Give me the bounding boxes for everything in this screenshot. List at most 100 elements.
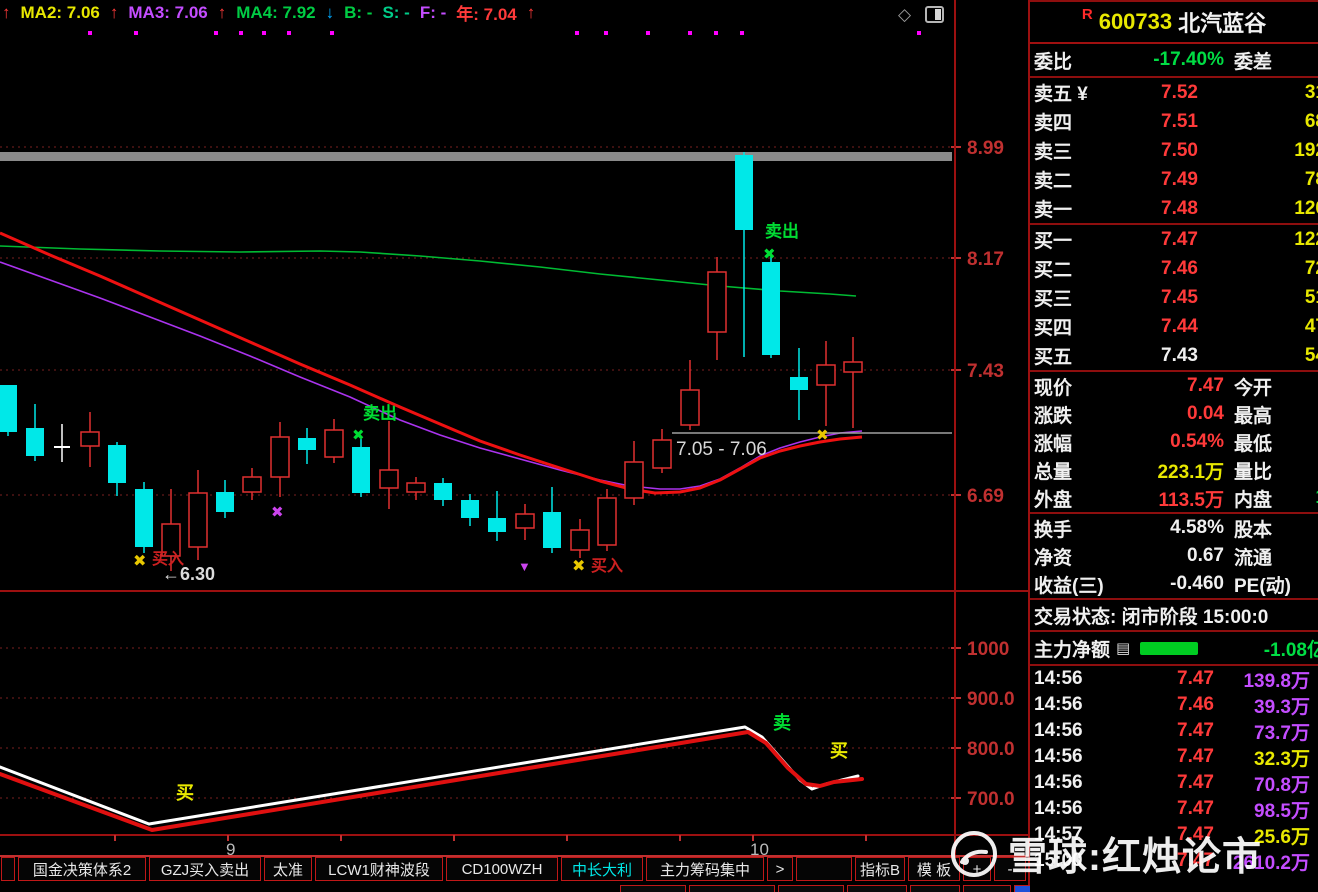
tick-price: 7.47 (1130, 850, 1214, 872)
candle (653, 440, 671, 468)
header-segment-3: MA3: 7.06 (128, 3, 207, 23)
candle (817, 365, 835, 385)
ob-volume: 31 (1198, 82, 1318, 104)
signal-dot (917, 31, 921, 35)
stock-title: R 600733 北汽蓝谷 (1030, 2, 1318, 44)
quote-label: 外盘 (1034, 485, 1120, 512)
indicator-line-chart[interactable]: 1000900.0800.0700.0910买卖买 (0, 592, 1030, 855)
toolbar-tab-+[interactable]: + (963, 857, 991, 881)
candle (516, 514, 534, 528)
tick-list[interactable]: 14:567.47139.8万14:567.4639.3万14:567.4773… (1030, 666, 1318, 874)
main-candlestick-chart[interactable]: 8.998.177.436.697.05 - 7.06卖出✖卖出✖✖买入←6.3… (0, 25, 1030, 592)
list-icon[interactable]: ▤ (1116, 639, 1130, 657)
quote-label: 净资 (1034, 543, 1120, 570)
quote-panel: R 600733 北汽蓝谷 委比 -17.40% 委差 - 卖五 ¥7.5231… (1030, 0, 1318, 892)
tick-row: 14:567.4773.7万 (1030, 718, 1318, 744)
ob-label: 卖三 (1034, 137, 1112, 164)
quote-label: 涨幅 (1034, 429, 1120, 456)
axis-divider (954, 0, 956, 855)
quote-row: 现价7.47今开 (1030, 372, 1318, 400)
quote-label: 总量 (1034, 457, 1120, 484)
signal-label: 卖 (773, 712, 791, 733)
bid-row: 买一7.47122 (1030, 225, 1318, 254)
diamond-icon[interactable]: ◇ (898, 6, 911, 23)
quote-value: 7.47 (1120, 375, 1224, 397)
bid-row: 买五7.4354 (1030, 341, 1318, 370)
clipped-tab[interactable] (689, 885, 775, 892)
ask-row: 卖五 ¥7.5231 (1030, 78, 1318, 107)
tick-time: 14:57 (1034, 824, 1130, 846)
candle (243, 477, 261, 492)
candle (108, 445, 126, 483)
tick-volume: 2610.2万 (1214, 848, 1310, 875)
quote-right-label: 最低 (1234, 429, 1272, 456)
tick-volume: 73.7万 (1214, 718, 1310, 745)
clipped-tab[interactable] (847, 885, 907, 892)
toolbar-tab-LCW1财神波段[interactable]: LCW1财神波段 (315, 857, 443, 881)
quote-row: 收益(三)-0.460PE(动) (1030, 570, 1318, 598)
clipped-tab[interactable] (620, 885, 686, 892)
quote-info: 现价7.47今开涨跌0.04最高涨幅0.54%最低总量223.1万量比外盘113… (1030, 372, 1318, 514)
svg-text:10: 10 (750, 840, 769, 855)
chart-annotation: ▼ (518, 559, 531, 574)
signal-dot (646, 31, 650, 35)
header-segment-9: F: - (420, 3, 446, 23)
quote-value: 0.04 (1120, 403, 1224, 425)
toolbar-tab--[interactable]: - (994, 857, 1026, 881)
quote-right-label: 股本 (1234, 515, 1272, 542)
candle (790, 377, 808, 390)
signal-dot (134, 31, 138, 35)
toolbar-tab-模 板[interactable]: 模 板 (908, 857, 960, 881)
candle (735, 155, 753, 230)
toolbar-tab->[interactable]: > (767, 857, 793, 881)
toolbar-tab-CD100WZH[interactable]: CD100WZH (446, 857, 558, 881)
toolbar-tab-太准[interactable]: 太准 (264, 857, 312, 881)
chart-annotation: ✖ (572, 558, 585, 575)
toolbar-tab-中长大利[interactable]: 中长大利 (561, 857, 643, 881)
ob-label: 卖四 (1034, 108, 1112, 135)
ask-row: 卖三7.50192 (1030, 136, 1318, 165)
tick-row: 14:567.4732.3万 (1030, 744, 1318, 770)
toolbar-tab-0[interactable] (1, 857, 15, 881)
signal-dot (262, 31, 266, 35)
tick-price: 7.47 (1130, 746, 1214, 768)
ask-row: 卖二7.4978 (1030, 165, 1318, 194)
toolbar-tab-指标B[interactable]: 指标B (855, 857, 905, 881)
toolbar-tab-主力筹码集中[interactable]: 主力筹码集中 (646, 857, 764, 881)
signal-dot (714, 31, 718, 35)
clipped-tab[interactable] (778, 885, 844, 892)
ob-price: 7.44 (1112, 316, 1198, 338)
tick-price: 7.47 (1130, 772, 1214, 794)
toolbar-tab-GZJ买入卖出[interactable]: GZJ买入卖出 (149, 857, 261, 881)
candle (461, 500, 479, 518)
toolbar-tab-国金决策体系2[interactable]: 国金决策体系2 (18, 857, 146, 881)
chart-annotation: ✖ (133, 553, 146, 570)
tick-price: 7.47 (1130, 720, 1214, 742)
chart-annotation: ✖ (271, 504, 284, 521)
candle (407, 483, 425, 492)
main-net-bar (1140, 642, 1198, 655)
ob-price: 7.46 (1112, 258, 1198, 280)
quote-row: 净资0.67流通 (1030, 542, 1318, 570)
chart-annotation: ✖ (763, 246, 776, 263)
candle (681, 390, 699, 425)
svg-text:7.43: 7.43 (967, 361, 1004, 382)
ob-price: 7.52 (1112, 82, 1198, 104)
candle (26, 428, 44, 456)
chart-annotation: ✖ (352, 427, 365, 444)
candle (543, 512, 561, 548)
signal-dot (575, 31, 579, 35)
ob-label: 买四 (1034, 313, 1112, 340)
main-net-value: -1.08亿 (1212, 635, 1318, 662)
split-window-icon[interactable] (925, 6, 944, 23)
clipped-tab[interactable] (963, 885, 1011, 892)
header-segment-5: MA4: 7.92 (236, 3, 315, 23)
toolbar-tab-9[interactable] (796, 857, 852, 881)
clipped-tab[interactable] (910, 885, 960, 892)
tick-volume: 25.6万 (1214, 822, 1310, 849)
header-segment-4: ↑ (218, 3, 227, 23)
quote-label: 收益(三) (1034, 571, 1120, 598)
candle (298, 438, 316, 450)
chart-annotation: ←6.30 (162, 564, 215, 584)
signal-dot (214, 31, 218, 35)
